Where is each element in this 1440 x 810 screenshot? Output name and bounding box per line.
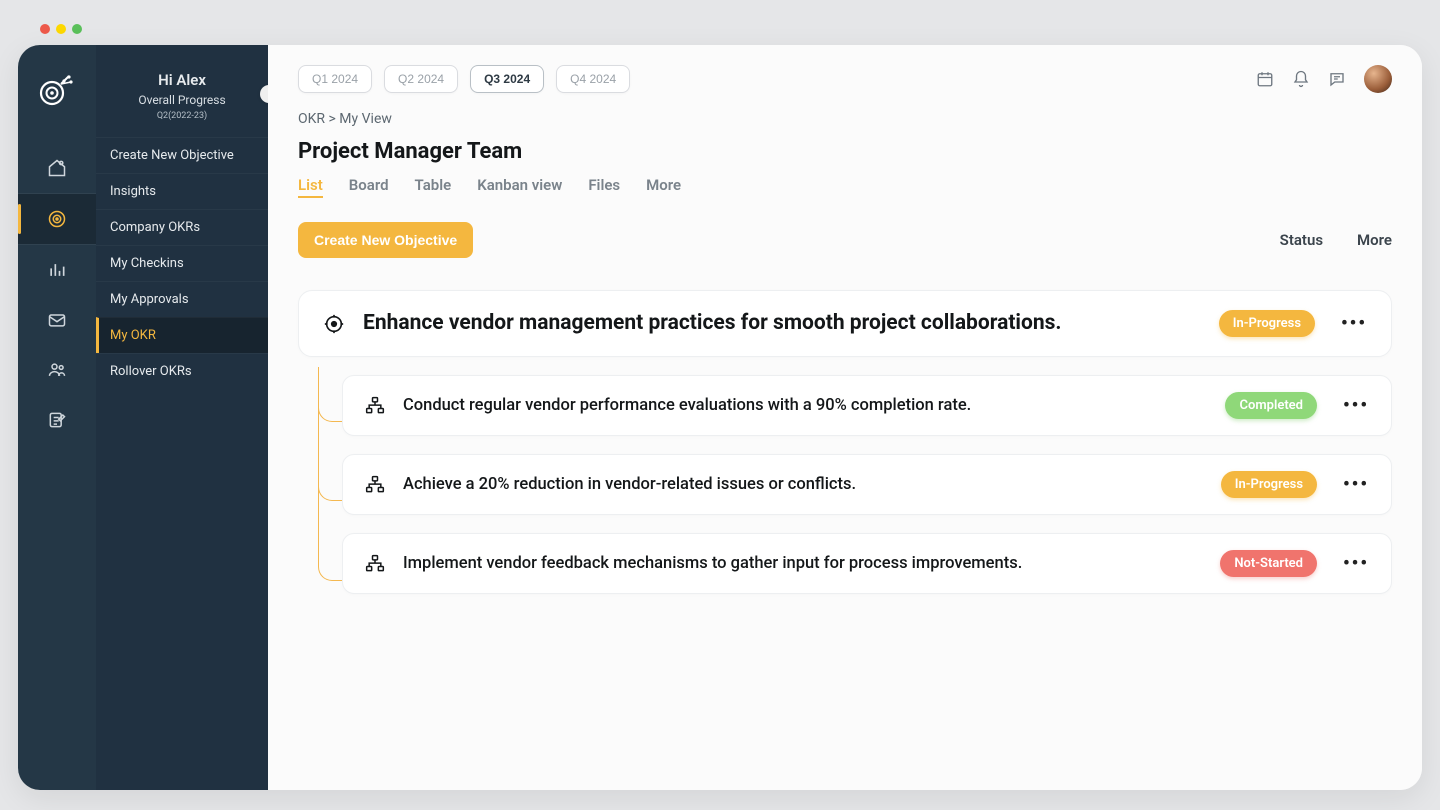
- tab-files[interactable]: Files: [588, 176, 620, 194]
- kr-menu-icon[interactable]: •••: [1335, 553, 1369, 574]
- nav-create-new-objective[interactable]: Create New Objective: [96, 137, 268, 173]
- create-objective-button[interactable]: Create New Objective: [298, 222, 473, 258]
- nav-company-okrs[interactable]: Company OKRs: [96, 209, 268, 245]
- key-result-card[interactable]: Implement vendor feedback mechanisms to …: [342, 533, 1392, 594]
- objective-card[interactable]: Enhance vendor management practices for …: [298, 290, 1392, 357]
- tab-list[interactable]: List: [298, 176, 323, 194]
- tab-table[interactable]: Table: [415, 176, 452, 194]
- filter-more[interactable]: More: [1357, 231, 1392, 249]
- view-tabs: List Board Table Kanban view Files More: [298, 176, 1392, 194]
- chat-icon[interactable]: [1328, 70, 1346, 88]
- calendar-icon[interactable]: [1256, 70, 1274, 88]
- kr-title: Implement vendor feedback mechanisms to …: [403, 552, 1202, 576]
- breadcrumb: OKR > My View: [298, 111, 1392, 127]
- quarter-q2[interactable]: Q2 2024: [384, 65, 458, 93]
- nav-rollover-okrs[interactable]: Rollover OKRs: [96, 353, 268, 389]
- window-traffic-lights: [40, 24, 82, 34]
- objective-status-badge: In-Progress: [1219, 310, 1315, 337]
- nav-my-okr[interactable]: My OKR: [96, 317, 268, 353]
- tree-icon: [365, 396, 385, 416]
- overall-progress-label: Overall Progress: [104, 93, 260, 107]
- rail-okr[interactable]: [18, 194, 96, 244]
- quarter-q3[interactable]: Q3 2024: [470, 65, 544, 93]
- filter-status[interactable]: Status: [1280, 231, 1323, 249]
- brand-logo: [36, 67, 78, 109]
- tab-board[interactable]: Board: [349, 176, 389, 194]
- kr-title: Achieve a 20% reduction in vendor-relate…: [403, 473, 1203, 497]
- nav-my-checkins[interactable]: My Checkins: [96, 245, 268, 281]
- right-filters: Status More: [1280, 231, 1392, 249]
- nav-insights[interactable]: Insights: [96, 173, 268, 209]
- tree-icon: [365, 475, 385, 495]
- app-frame: ‹ Hi Alex Overall Progress Q2(2022-23) C…: [18, 45, 1422, 790]
- nav-my-approvals[interactable]: My Approvals: [96, 281, 268, 317]
- period-label: Q2(2022-23): [104, 111, 260, 121]
- quarter-q4[interactable]: Q4 2024: [556, 65, 630, 93]
- key-result-card[interactable]: Conduct regular vendor performance evalu…: [342, 375, 1392, 436]
- kr-menu-icon[interactable]: •••: [1335, 395, 1369, 416]
- greeting-text: Hi Alex: [104, 71, 260, 89]
- kr-status-badge: Not-Started: [1220, 550, 1317, 577]
- kr-status-badge: In-Progress: [1221, 471, 1317, 498]
- objective-menu-icon[interactable]: •••: [1333, 313, 1367, 334]
- tab-more[interactable]: More: [646, 176, 681, 194]
- tree-icon: [365, 554, 385, 574]
- key-results-list: Conduct regular vendor performance evalu…: [318, 375, 1392, 594]
- quarter-q1[interactable]: Q1 2024: [298, 65, 372, 93]
- sidebar: ‹ Hi Alex Overall Progress Q2(2022-23) C…: [96, 45, 268, 790]
- kr-title: Conduct regular vendor performance evalu…: [403, 394, 1207, 418]
- rail-team[interactable]: [18, 345, 96, 395]
- rail-notes[interactable]: [18, 395, 96, 445]
- page-title: Project Manager Team: [298, 139, 1392, 164]
- rail-mail[interactable]: [18, 295, 96, 345]
- kr-status-badge: Completed: [1225, 392, 1317, 419]
- main-content: Q1 2024 Q2 2024 Q3 2024 Q4 2024 OKR > My…: [268, 45, 1422, 790]
- tab-kanban[interactable]: Kanban view: [477, 176, 562, 194]
- objective-target-icon: [323, 313, 345, 335]
- sidebar-header: Hi Alex Overall Progress Q2(2022-23): [96, 45, 268, 137]
- action-row: Create New Objective Status More: [298, 222, 1392, 258]
- avatar[interactable]: [1364, 65, 1392, 93]
- rail-reports[interactable]: [18, 245, 96, 295]
- quarter-selector: Q1 2024 Q2 2024 Q3 2024 Q4 2024: [298, 65, 630, 93]
- rail-home[interactable]: [18, 143, 96, 193]
- sidebar-nav: Create New Objective Insights Company OK…: [96, 137, 268, 389]
- objective-title: Enhance vendor management practices for …: [363, 309, 1201, 338]
- topbar: Q1 2024 Q2 2024 Q3 2024 Q4 2024: [298, 65, 1392, 93]
- key-result-card[interactable]: Achieve a 20% reduction in vendor-relate…: [342, 454, 1392, 515]
- top-icons: [1256, 65, 1392, 93]
- icon-rail: [18, 45, 96, 790]
- kr-menu-icon[interactable]: •••: [1335, 474, 1369, 495]
- bell-icon[interactable]: [1292, 70, 1310, 88]
